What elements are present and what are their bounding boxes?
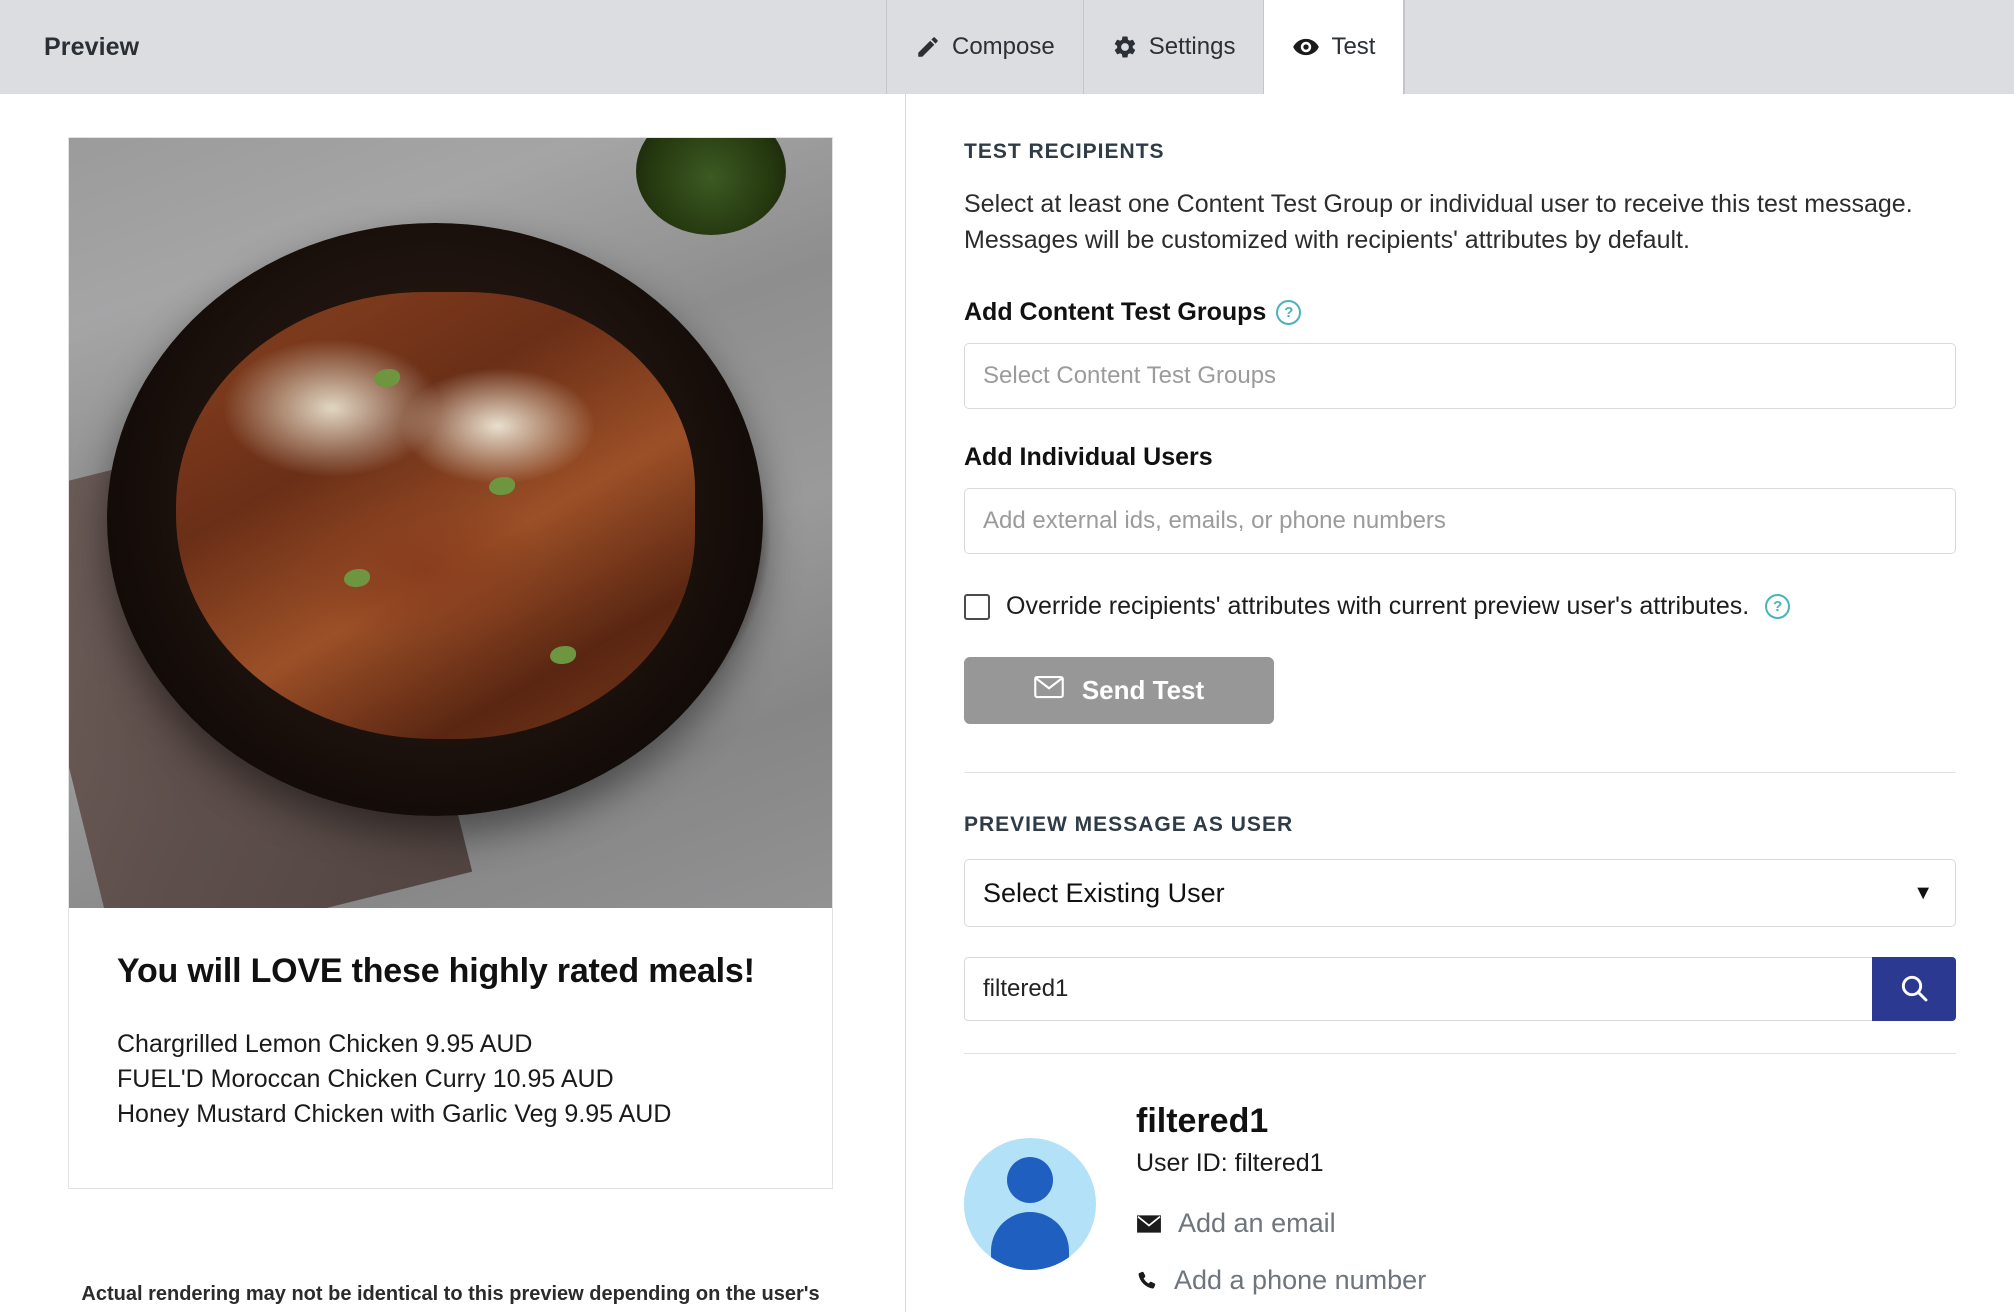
email-item-row: Chargrilled Lemon Chicken 9.95 AUD	[117, 1029, 533, 1058]
add-email-action[interactable]: Add an email	[1136, 1208, 1426, 1239]
field-spacer	[964, 409, 1956, 443]
gear-icon	[1112, 34, 1138, 60]
phone-icon	[1136, 1269, 1158, 1293]
hero-image	[69, 138, 832, 908]
send-test-button[interactable]: Send Test	[964, 657, 1274, 724]
search-icon	[1898, 972, 1930, 1007]
email-headline: You will LOVE these highly rated meals!	[117, 952, 755, 990]
add-phone-action-label: Add a phone number	[1174, 1265, 1427, 1295]
content-test-groups-label: Add Content Test Groups ?	[964, 298, 1956, 327]
email-item-row: FUEL'D Moroccan Chicken Curry 10.95 AUD	[117, 1064, 614, 1093]
hero-bowl-decoration	[636, 138, 787, 236]
test-settings-pane: TEST RECIPIENTS Select at least one Cont…	[906, 94, 2014, 1312]
envelope-icon	[1034, 675, 1064, 706]
question-mark-icon[interactable]: ?	[1765, 594, 1791, 619]
content-test-groups-input[interactable]	[964, 343, 1956, 409]
chevron-down-icon: ▼	[1913, 881, 1933, 904]
email-body: You will LOVE these highly rated meals! …	[69, 908, 832, 1188]
existing-user-select[interactable]: Select Existing User ▼	[964, 859, 1956, 927]
override-attributes-label: Override recipients' attributes with cur…	[1006, 592, 1750, 620]
eye-icon	[1292, 33, 1320, 61]
top-tab-bar: Preview Compose Settings Test	[0, 0, 2014, 94]
individual-users-label-text: Add Individual Users	[964, 443, 1213, 471]
user-search-row	[964, 957, 1956, 1021]
override-attributes-checkbox[interactable]	[964, 593, 990, 620]
individual-users-label: Add Individual Users	[964, 443, 1956, 472]
tab-bar-filler	[1404, 0, 2014, 94]
preview-disclaimer: Actual rendering may not be identical to…	[81, 1283, 820, 1305]
user-search-input[interactable]	[964, 957, 1872, 1021]
page-title: Preview	[44, 32, 140, 61]
tab-compose[interactable]: Compose	[886, 0, 1083, 94]
content-test-groups-label-text: Add Content Test Groups	[964, 298, 1267, 326]
preview-message-as-user-section: PREVIEW MESSAGE AS USER Select Existing …	[906, 773, 2014, 1054]
existing-user-select-value: Select Existing User	[983, 877, 1225, 908]
tab-settings[interactable]: Settings	[1082, 0, 1264, 94]
email-preview-card: You will LOVE these highly rated meals! …	[68, 137, 833, 1190]
hero-herb-decoration	[488, 476, 515, 495]
envelope-icon	[1136, 1214, 1162, 1234]
preview-as-user-heading: PREVIEW MESSAGE AS USER	[964, 813, 1294, 836]
main-content: You will LOVE these highly rated meals! …	[0, 94, 2014, 1312]
user-result-info: filtered1 User ID: filtered1 Add an emai…	[1136, 1094, 1426, 1312]
tab-settings-label: Settings	[1148, 33, 1236, 60]
hero-food-decoration	[175, 292, 695, 739]
override-attributes-row: Override recipients' attributes with cur…	[964, 592, 1956, 621]
user-result-name: filtered1	[1136, 1102, 1269, 1140]
pencil-icon	[915, 34, 941, 60]
user-search-result[interactable]: filtered1 User ID: filtered1 Add an emai…	[906, 1054, 2014, 1312]
email-item-row: Honey Mustard Chicken with Garlic Veg 9.…	[117, 1100, 672, 1128]
user-result-id: User ID: filtered1	[1136, 1149, 1324, 1177]
add-phone-action[interactable]: Add a phone number	[1136, 1265, 1426, 1296]
user-avatar-icon	[964, 1138, 1096, 1270]
email-preview-pane: You will LOVE these highly rated meals! …	[0, 94, 906, 1312]
test-recipients-description: Select at least one Content Test Group o…	[964, 190, 1913, 254]
tab-test-label: Test	[1331, 33, 1376, 60]
individual-users-input[interactable]	[964, 488, 1956, 554]
add-email-action-label: Add an email	[1178, 1208, 1336, 1238]
test-recipients-section: TEST RECIPIENTS Select at least one Cont…	[906, 94, 2014, 773]
tab-test[interactable]: Test	[1263, 0, 1405, 94]
user-search-button[interactable]	[1872, 957, 1956, 1021]
tab-compose-label: Compose	[952, 33, 1055, 60]
question-mark-icon[interactable]: ?	[1276, 300, 1302, 325]
test-recipients-heading: TEST RECIPIENTS	[964, 140, 1165, 163]
send-test-button-label: Send Test	[1081, 675, 1205, 705]
